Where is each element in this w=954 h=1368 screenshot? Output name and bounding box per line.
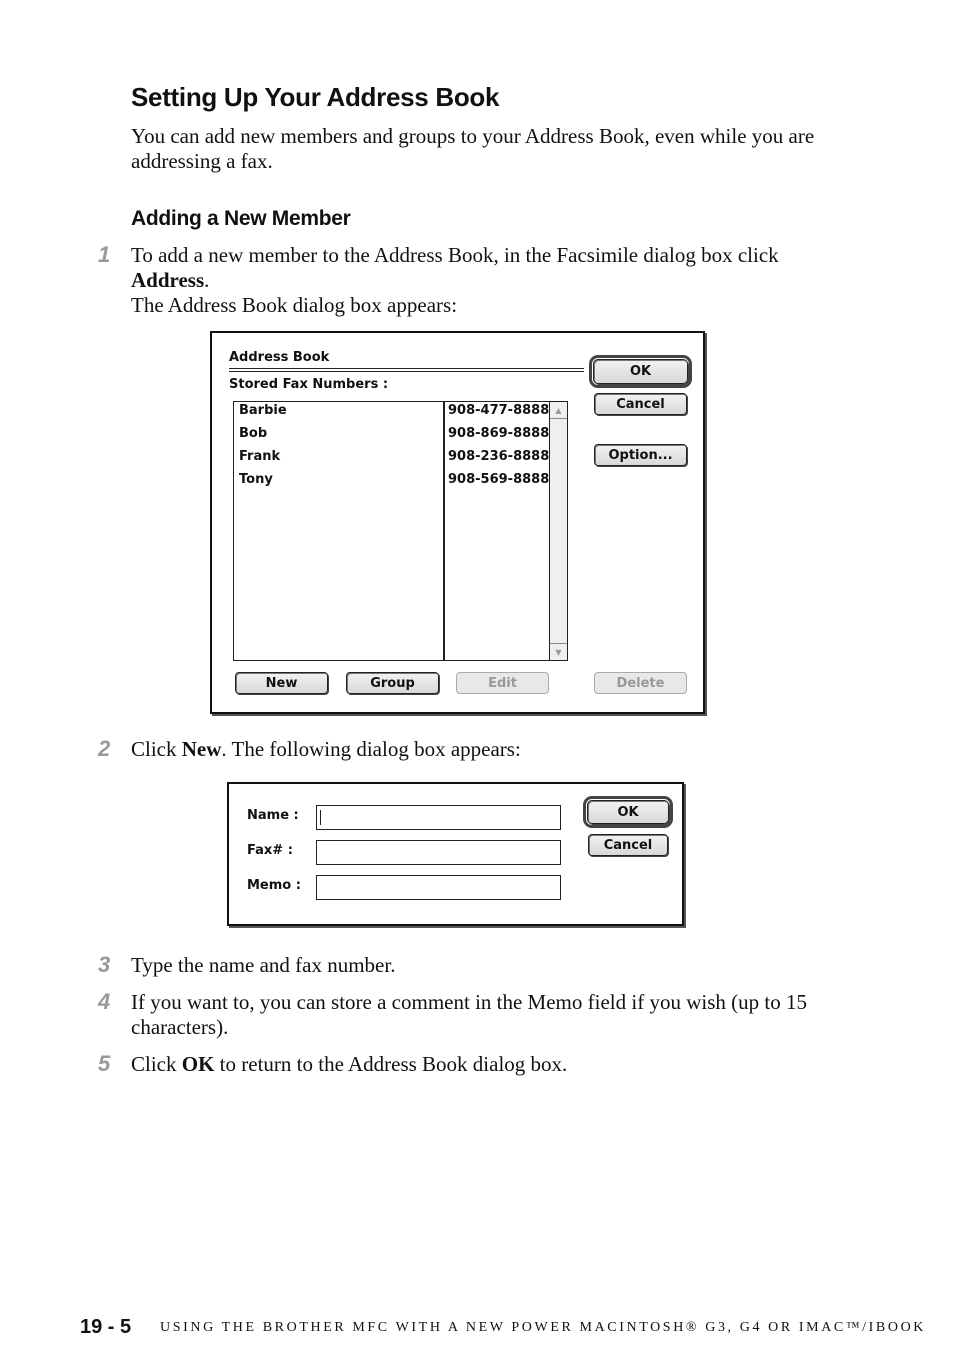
step-number: 4 — [98, 989, 111, 1014]
text-cursor — [320, 810, 321, 825]
fax-input[interactable] — [316, 840, 561, 865]
name-input[interactable] — [316, 805, 561, 830]
step-text: Click — [131, 1052, 182, 1076]
list-item-fax[interactable]: 908-869-8888 — [448, 426, 549, 449]
list-item-name[interactable]: Tony — [239, 472, 273, 495]
step-number: 3 — [98, 952, 111, 977]
step-bold-term: Address — [131, 268, 205, 292]
scroll-down-arrow-icon[interactable]: ▼ — [550, 643, 567, 660]
list-item-fax[interactable]: 908-569-8888 — [448, 472, 549, 495]
group-button[interactable]: Group — [346, 672, 439, 694]
step-text: . The following dialog box appears: — [221, 737, 521, 761]
cancel-button[interactable]: Cancel — [588, 834, 668, 856]
memo-input[interactable] — [316, 875, 561, 900]
fax-label: Fax# : — [247, 843, 293, 858]
list-item-name[interactable]: Bob — [239, 426, 267, 449]
list-item-fax[interactable]: 908-477-8888 — [448, 403, 549, 426]
edit-button[interactable]: Edit — [456, 672, 549, 694]
step-text: . — [204, 268, 210, 292]
step-number: 2 — [98, 736, 111, 761]
cancel-button[interactable]: Cancel — [594, 393, 687, 415]
step-2-text: Click New. The following dialog box appe… — [131, 737, 851, 762]
page-number: 19 - 5 — [80, 1316, 132, 1338]
scrollbar[interactable]: ▲ ▼ — [549, 402, 567, 660]
intro-paragraph: You can add new members and groups to yo… — [131, 124, 815, 173]
section-heading: Adding a New Member — [131, 207, 351, 230]
delete-button[interactable]: Delete — [594, 672, 687, 694]
fax-number-list[interactable]: Barbie 908-477-8888 Bob 908-869-8888 Frank 90… — [233, 401, 568, 661]
title-divider — [229, 368, 584, 372]
column-divider — [443, 402, 445, 660]
ok-button[interactable]: OK — [583, 796, 673, 828]
memo-label: Memo : — [247, 878, 301, 893]
step-text: Click — [131, 737, 182, 761]
step-number: 1 — [98, 242, 111, 267]
step-1-text: To add a new member to the Address Book,… — [131, 243, 851, 318]
list-label: Stored Fax Numbers : — [229, 377, 389, 392]
address-book-dialog: Address Book Stored Fax Numbers : Barbie… — [210, 331, 705, 714]
step-text: The Address Book dialog box appears: — [131, 293, 458, 317]
step-5-text: Click OK to return to the Address Book d… — [131, 1052, 851, 1077]
scroll-up-arrow-icon[interactable]: ▲ — [550, 402, 567, 419]
step-number: 5 — [98, 1051, 111, 1076]
step-text: To add a new member to the Address Book,… — [131, 243, 779, 267]
option-button[interactable]: Option... — [594, 444, 687, 466]
new-button[interactable]: New — [235, 672, 328, 694]
step-bold-term: OK — [181, 1052, 215, 1076]
ok-button[interactable]: OK — [589, 355, 692, 388]
step-bold-term: New — [181, 737, 222, 761]
running-footer: USING THE BROTHER MFC WITH A NEW POWER M… — [160, 1320, 927, 1335]
list-item-name[interactable]: Barbie — [239, 403, 287, 426]
name-label: Name : — [247, 808, 299, 823]
page-title: Setting Up Your Address Book — [131, 82, 500, 112]
step-3-text: Type the name and fax number. — [131, 953, 396, 977]
dialog-title: Address Book — [229, 350, 330, 365]
list-item-fax[interactable]: 908-236-8888 — [448, 449, 549, 472]
step-text: to return to the Address Book dialog box… — [214, 1052, 568, 1076]
new-member-dialog: Name : Fax# : Memo : OK Cancel — [227, 782, 684, 926]
list-item-name[interactable]: Frank — [239, 449, 280, 472]
step-4-text: If you want to, you can store a comment … — [131, 990, 807, 1039]
